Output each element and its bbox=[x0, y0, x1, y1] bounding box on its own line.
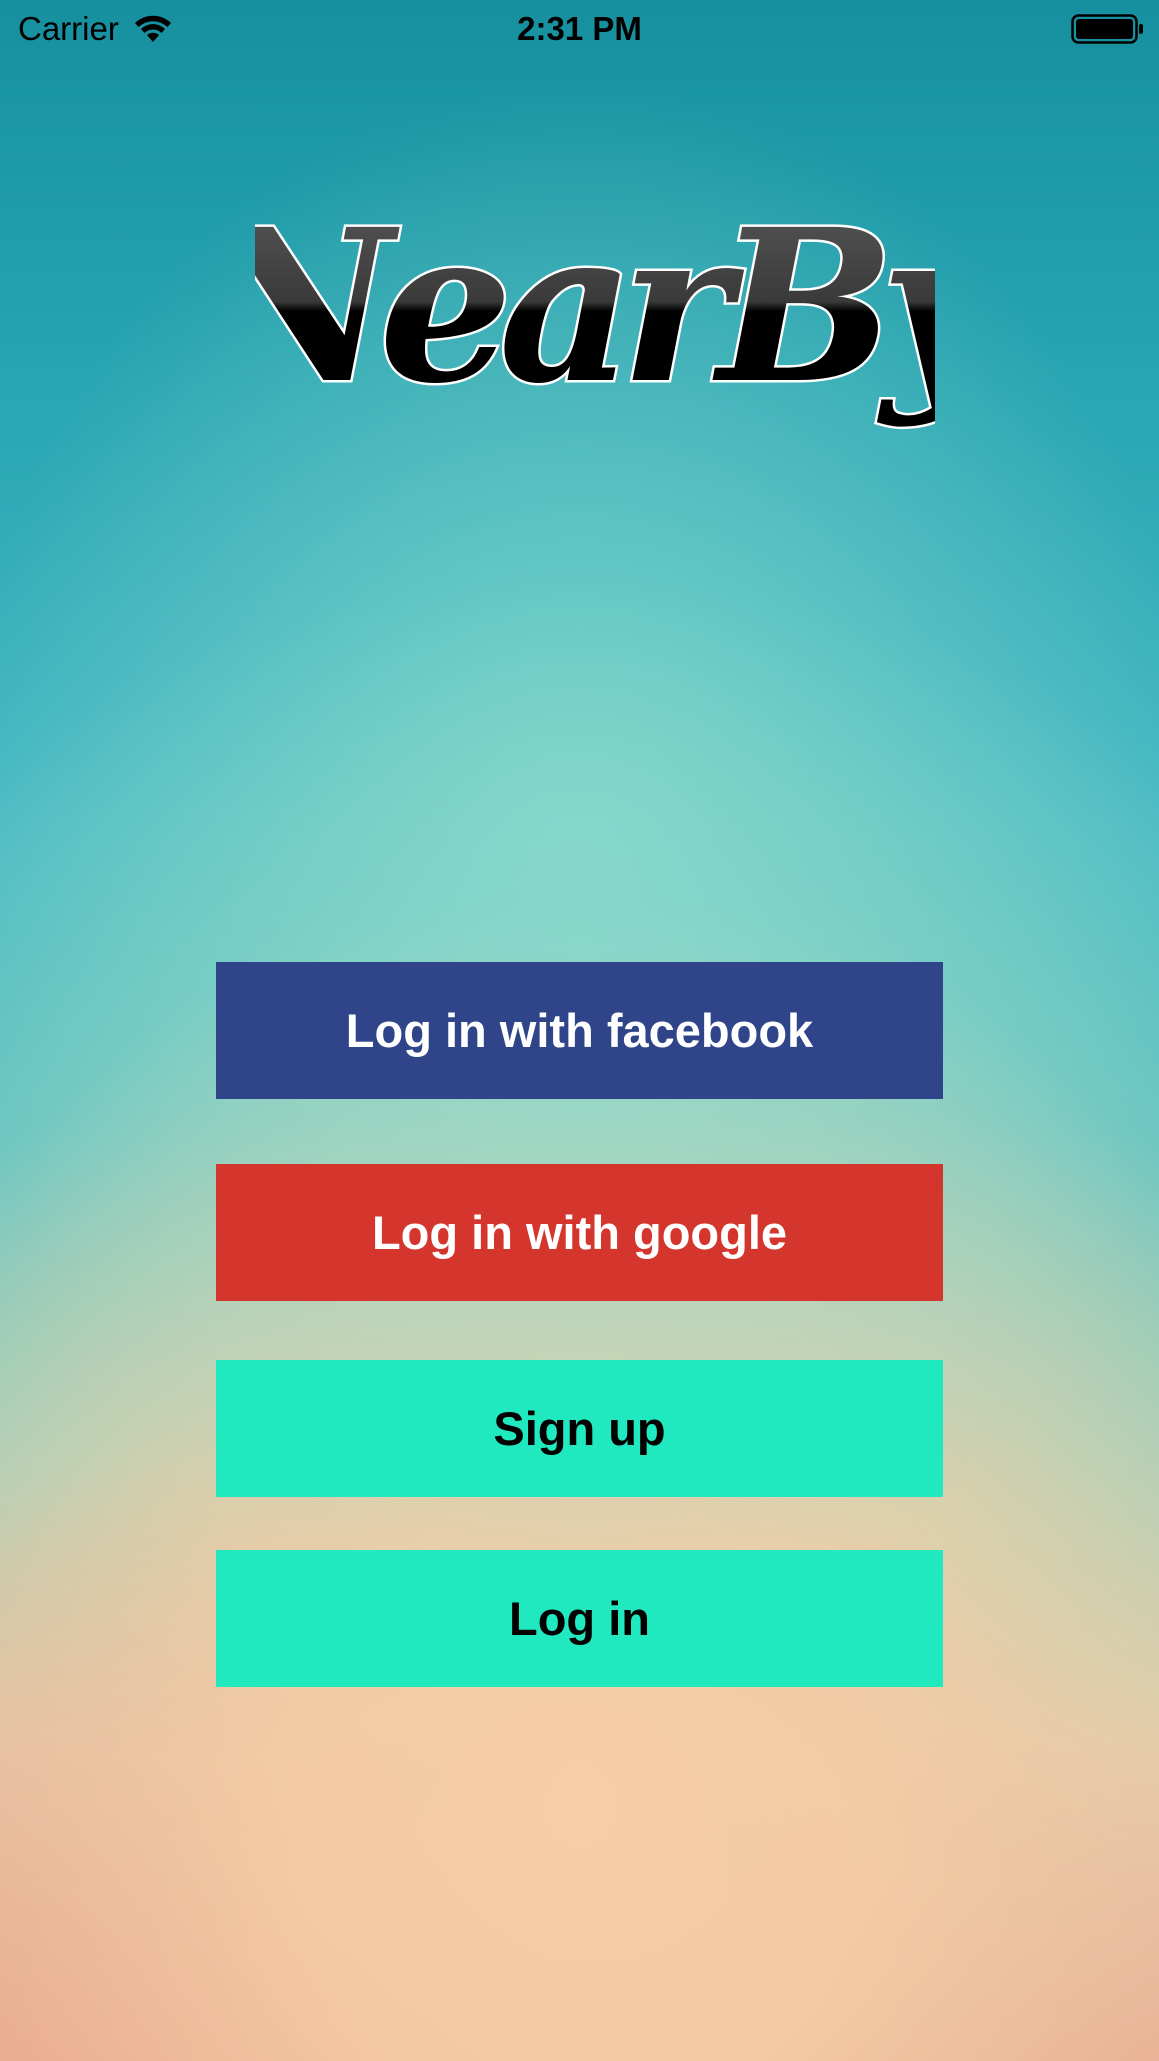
facebook-login-button[interactable]: Log in with facebook bbox=[216, 962, 943, 1099]
sign-up-label: Sign up bbox=[493, 1402, 666, 1455]
status-bar: Carrier 2:31 PM bbox=[0, 0, 1159, 58]
google-login-label: Log in with google bbox=[371, 1206, 788, 1259]
log-in-button[interactable]: Log in bbox=[216, 1550, 943, 1687]
status-time: 2:31 PM bbox=[517, 10, 642, 47]
sign-up-button[interactable]: Sign up bbox=[216, 1360, 943, 1497]
facebook-login-label: Log in with facebook bbox=[345, 1004, 814, 1057]
battery-full-icon bbox=[1071, 14, 1143, 44]
logo-text: NearBy bbox=[255, 190, 935, 430]
nearby-logo: NearBy bbox=[255, 190, 935, 433]
log-in-label: Log in bbox=[509, 1592, 650, 1645]
google-login-button[interactable]: Log in with google bbox=[216, 1164, 943, 1301]
